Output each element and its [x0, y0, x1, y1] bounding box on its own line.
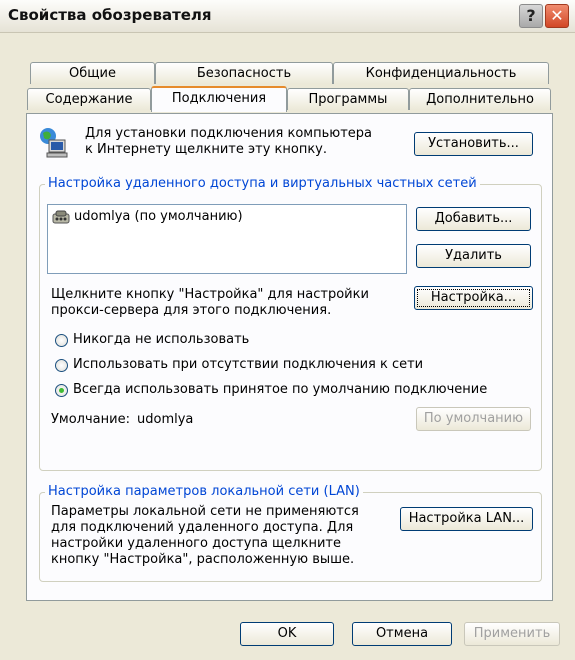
settings-button[interactable]: Настройка...	[414, 286, 533, 310]
apply-button[interactable]: Применить	[464, 622, 560, 646]
radio-when-no-network[interactable]	[55, 359, 68, 372]
help-button[interactable]: ?	[519, 4, 543, 28]
tab-security[interactable]: Безопасность	[155, 62, 333, 84]
lan-text-line3: настройки удаленного доступа щелкните	[51, 536, 341, 551]
title-bar[interactable]: Свойства обозревателя ? ✕	[0, 0, 575, 33]
radio-always[interactable]	[55, 384, 68, 397]
cancel-button[interactable]: Отмена	[352, 622, 452, 646]
connections-panel: Для установки подключения компьютера к И…	[26, 113, 553, 601]
setup-text-line1: Для установки подключения компьютера	[85, 126, 372, 141]
lan-text-line2: для подключений удаленного доступа. Для	[51, 520, 354, 535]
radio-never-label[interactable]: Никогда не использовать	[73, 332, 249, 348]
radio-always-label[interactable]: Всегда использовать принятое по умолчани…	[73, 382, 487, 398]
tab-connections[interactable]: Подключения	[151, 86, 287, 112]
add-button[interactable]: Добавить...	[416, 207, 531, 231]
setup-text-line2: к Интернету щелкните эту кнопку.	[85, 142, 327, 157]
connection-label: udomlya (по умолчанию)	[74, 209, 243, 224]
lan-text-line4: кнопку "Настройка", расположенную выше.	[51, 552, 355, 567]
set-default-button[interactable]: По умолчанию	[416, 407, 531, 431]
setup-button[interactable]: Установить...	[414, 132, 533, 156]
internet-connection-icon	[39, 126, 69, 158]
tab-general[interactable]: Общие	[30, 62, 155, 84]
lan-group-title: Настройка параметров локальной сети (LAN…	[45, 484, 363, 499]
internet-options-window: Свойства обозревателя ? ✕ Общие Безопасн…	[0, 0, 575, 660]
dialup-connection-icon	[52, 209, 70, 225]
tab-content[interactable]: Содержание	[27, 88, 151, 110]
window-title: Свойства обозревателя	[8, 6, 212, 24]
settings-text-line2: прокси-сервера для этого подключения.	[51, 303, 332, 318]
settings-text-line1: Щелкните кнопку "Настройка" для настройк…	[51, 287, 369, 302]
connections-list[interactable]: udomlya (по умолчанию)	[47, 204, 407, 274]
radio-never[interactable]	[55, 334, 68, 347]
tab-privacy[interactable]: Конфиденциальность	[333, 62, 549, 84]
tab-programs[interactable]: Программы	[287, 88, 409, 110]
lan-settings-button[interactable]: Настройка LAN...	[400, 507, 533, 531]
tab-advanced[interactable]: Дополнительно	[409, 88, 551, 110]
dialup-group-title: Настройка удаленного доступа и виртуальн…	[45, 176, 480, 191]
ok-button[interactable]: OK	[240, 622, 334, 646]
radio-when-no-network-label[interactable]: Использовать при отсутствии подключения …	[73, 357, 423, 373]
remove-button[interactable]: Удалить	[416, 244, 531, 268]
close-button[interactable]: ✕	[545, 4, 569, 28]
default-label: Умолчание:	[51, 412, 130, 427]
lan-text-line1: Параметры локальной сети не применяются	[51, 504, 359, 519]
default-value: udomlya	[137, 412, 194, 427]
